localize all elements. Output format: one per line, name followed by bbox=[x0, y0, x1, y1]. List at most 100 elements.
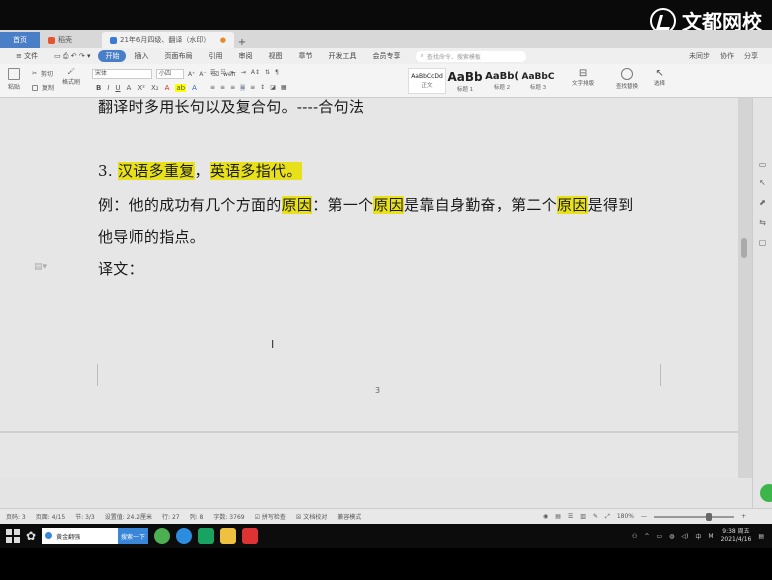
menu-page-layout[interactable]: 页面布局 bbox=[156, 51, 200, 61]
grow-font-icon[interactable]: A⁺ bbox=[188, 71, 195, 78]
green-app-icon[interactable] bbox=[154, 528, 171, 544]
edge-icon[interactable] bbox=[176, 528, 193, 544]
ime-indicator[interactable]: 中 bbox=[695, 532, 701, 541]
eye-icon[interactable]: ◉ bbox=[543, 513, 548, 520]
chinese-layout-icon[interactable]: A↕ bbox=[251, 69, 260, 76]
menu-section[interactable]: 章节 bbox=[290, 51, 320, 61]
status-words[interactable]: 字数: 3769 bbox=[213, 512, 244, 521]
line-spacing-icon[interactable]: ↕ bbox=[260, 84, 265, 91]
cursor-icon[interactable]: ⬈ bbox=[758, 198, 767, 207]
style-heading3[interactable]: AaBbC 标题 3 bbox=[520, 68, 556, 94]
battery-icon[interactable]: ▭ bbox=[656, 533, 662, 540]
cut-button[interactable]: ✂ 剪切 bbox=[32, 69, 53, 78]
underline-button[interactable]: U bbox=[115, 84, 120, 92]
select-button[interactable]: ↖ 选择 bbox=[654, 68, 665, 87]
spell-check-button[interactable]: ☑ 拼写检查 bbox=[255, 512, 286, 521]
chevron-up-icon[interactable]: ^ bbox=[644, 533, 649, 540]
doc-check-button[interactable]: ☒ 文档校对 bbox=[296, 512, 327, 521]
panel-toggle-icon[interactable]: ▭ bbox=[758, 160, 767, 169]
menu-insert[interactable]: 插入 bbox=[126, 51, 156, 61]
copy-button[interactable]: 复制 bbox=[32, 83, 54, 92]
justify-icon[interactable]: ≡ bbox=[240, 84, 246, 91]
command-search-input[interactable]: ⌕ 查找命令、搜索模板 bbox=[416, 50, 527, 62]
menu-file[interactable]: ≡ 文件 bbox=[8, 51, 46, 61]
show-marks-icon[interactable]: ¶ bbox=[275, 69, 279, 76]
person-icon[interactable]: ⚇ bbox=[632, 533, 637, 540]
web-view-icon[interactable]: ▥ bbox=[580, 513, 586, 520]
paragraph-handle-icon[interactable]: ▤▾ bbox=[34, 262, 47, 272]
sort-icon[interactable]: ⇅ bbox=[265, 69, 270, 76]
menu-developer[interactable]: 开发工具 bbox=[320, 51, 364, 61]
cortana-icon[interactable]: ✿ bbox=[26, 529, 36, 543]
volume-icon[interactable]: ◁) bbox=[681, 533, 688, 540]
indent-decrease-icon[interactable]: ⇤ bbox=[231, 69, 236, 76]
tab-home[interactable]: 首页 bbox=[0, 32, 40, 48]
border-icon[interactable]: ▦ bbox=[281, 84, 287, 91]
shrink-font-icon[interactable]: A⁻ bbox=[199, 71, 206, 78]
select-pointer-icon[interactable]: ↖ bbox=[758, 178, 767, 187]
italic-button[interactable]: I bbox=[107, 84, 109, 92]
strikethrough-button[interactable]: A bbox=[127, 84, 132, 92]
text-color-button[interactable]: A bbox=[192, 84, 197, 92]
vertical-scrollbar[interactable] bbox=[738, 98, 752, 478]
distribute-icon[interactable]: ≡ bbox=[250, 84, 255, 91]
new-tab-button[interactable]: + bbox=[234, 37, 250, 48]
page-view-icon[interactable]: ▤ bbox=[555, 513, 561, 520]
highlight-button[interactable]: ab bbox=[175, 84, 187, 92]
align-right-icon[interactable]: ≡ bbox=[230, 84, 235, 91]
fit-icon[interactable]: ⤢ bbox=[605, 513, 610, 521]
zoom-level[interactable]: 180% bbox=[617, 513, 634, 520]
align-center-icon[interactable]: ≡ bbox=[220, 84, 225, 91]
zoom-slider[interactable] bbox=[653, 512, 734, 521]
text-layout-button[interactable]: ⊟ 文字排版 bbox=[572, 68, 594, 87]
style-normal[interactable]: AaBbCcDd 正文 bbox=[408, 68, 446, 94]
outline-view-icon[interactable]: ☰ bbox=[568, 513, 573, 520]
floating-assistant-icon[interactable] bbox=[760, 484, 772, 502]
taskbar-search-input[interactable]: 黄金翻强 bbox=[42, 528, 119, 544]
taskbar-search-button[interactable]: 搜索一下 bbox=[118, 528, 149, 544]
zoom-slider-knob[interactable] bbox=[705, 512, 712, 521]
paste-button[interactable]: 粘贴 bbox=[8, 68, 20, 91]
windows-start-icon[interactable] bbox=[6, 529, 20, 543]
tab-document[interactable]: 21年6月四级、翻译（水印） ● bbox=[102, 32, 234, 48]
sync-button[interactable]: 未同步 bbox=[689, 51, 710, 61]
indent-increase-icon[interactable]: ⇥ bbox=[241, 69, 246, 76]
menu-view[interactable]: 视图 bbox=[260, 51, 290, 61]
adjust-icon[interactable]: ⇆ bbox=[758, 218, 767, 227]
zoom-in-icon[interactable]: + bbox=[741, 513, 746, 520]
quick-access-icons[interactable]: ▭ ⎙ ↶ ↷ ▾ bbox=[46, 52, 98, 61]
shading-icon[interactable]: ◪ bbox=[270, 84, 276, 91]
document-area[interactable]: 翻译时多用长句以及复合句。----合句法 3. 汉语多重复，英语多指代。 例：他… bbox=[0, 98, 752, 478]
font-size-select[interactable]: 小四 bbox=[156, 69, 184, 79]
bullet-list-icon[interactable]: ☰ bbox=[210, 69, 215, 76]
zoom-out-icon[interactable]: — bbox=[641, 513, 647, 520]
bold-button[interactable]: B bbox=[96, 84, 101, 92]
wps-icon[interactable] bbox=[242, 528, 259, 544]
format-painter-button[interactable]: 🖌 格式刷 bbox=[62, 68, 80, 86]
subscript-button[interactable]: X₂ bbox=[151, 84, 159, 92]
menu-start[interactable]: 开始 bbox=[98, 50, 127, 62]
file-explorer-icon[interactable] bbox=[220, 528, 237, 544]
numbered-list-icon[interactable]: ☷ bbox=[220, 69, 225, 76]
next-page[interactable] bbox=[0, 433, 738, 478]
scrollbar-thumb[interactable] bbox=[741, 238, 747, 258]
align-left-icon[interactable]: ≡ bbox=[210, 84, 215, 91]
menu-references[interactable]: 引用 bbox=[200, 51, 230, 61]
share-button[interactable]: 分享 bbox=[744, 51, 758, 61]
ime-mode-icon[interactable]: M bbox=[708, 533, 713, 540]
doc-icon[interactable]: ▢ bbox=[758, 238, 767, 247]
style-heading2[interactable]: AaBb( 标题 2 bbox=[484, 68, 520, 94]
superscript-button[interactable]: X² bbox=[137, 84, 145, 92]
font-color-button[interactable]: A bbox=[165, 84, 170, 92]
tab-docer[interactable]: 稻壳 bbox=[40, 32, 102, 48]
font-name-select[interactable]: 宋体 bbox=[92, 69, 152, 79]
menu-member[interactable]: 会员专享 bbox=[364, 51, 408, 61]
read-mode-icon[interactable]: ✎ bbox=[593, 513, 598, 520]
taskbar-search[interactable]: 黄金翻强 搜索一下 bbox=[42, 527, 149, 545]
notification-icon[interactable]: ▤ bbox=[758, 533, 764, 540]
collaborate-button[interactable]: 协作 bbox=[720, 51, 734, 61]
style-heading1[interactable]: AaBb 标题 1 bbox=[446, 68, 484, 94]
clock[interactable]: 9:38 周五 2021/4/16 bbox=[721, 528, 752, 544]
find-replace-button[interactable]: 查找替换 bbox=[616, 68, 638, 90]
document-page[interactable]: 翻译时多用长句以及复合句。----合句法 3. 汉语多重复，英语多指代。 例：他… bbox=[0, 98, 738, 431]
